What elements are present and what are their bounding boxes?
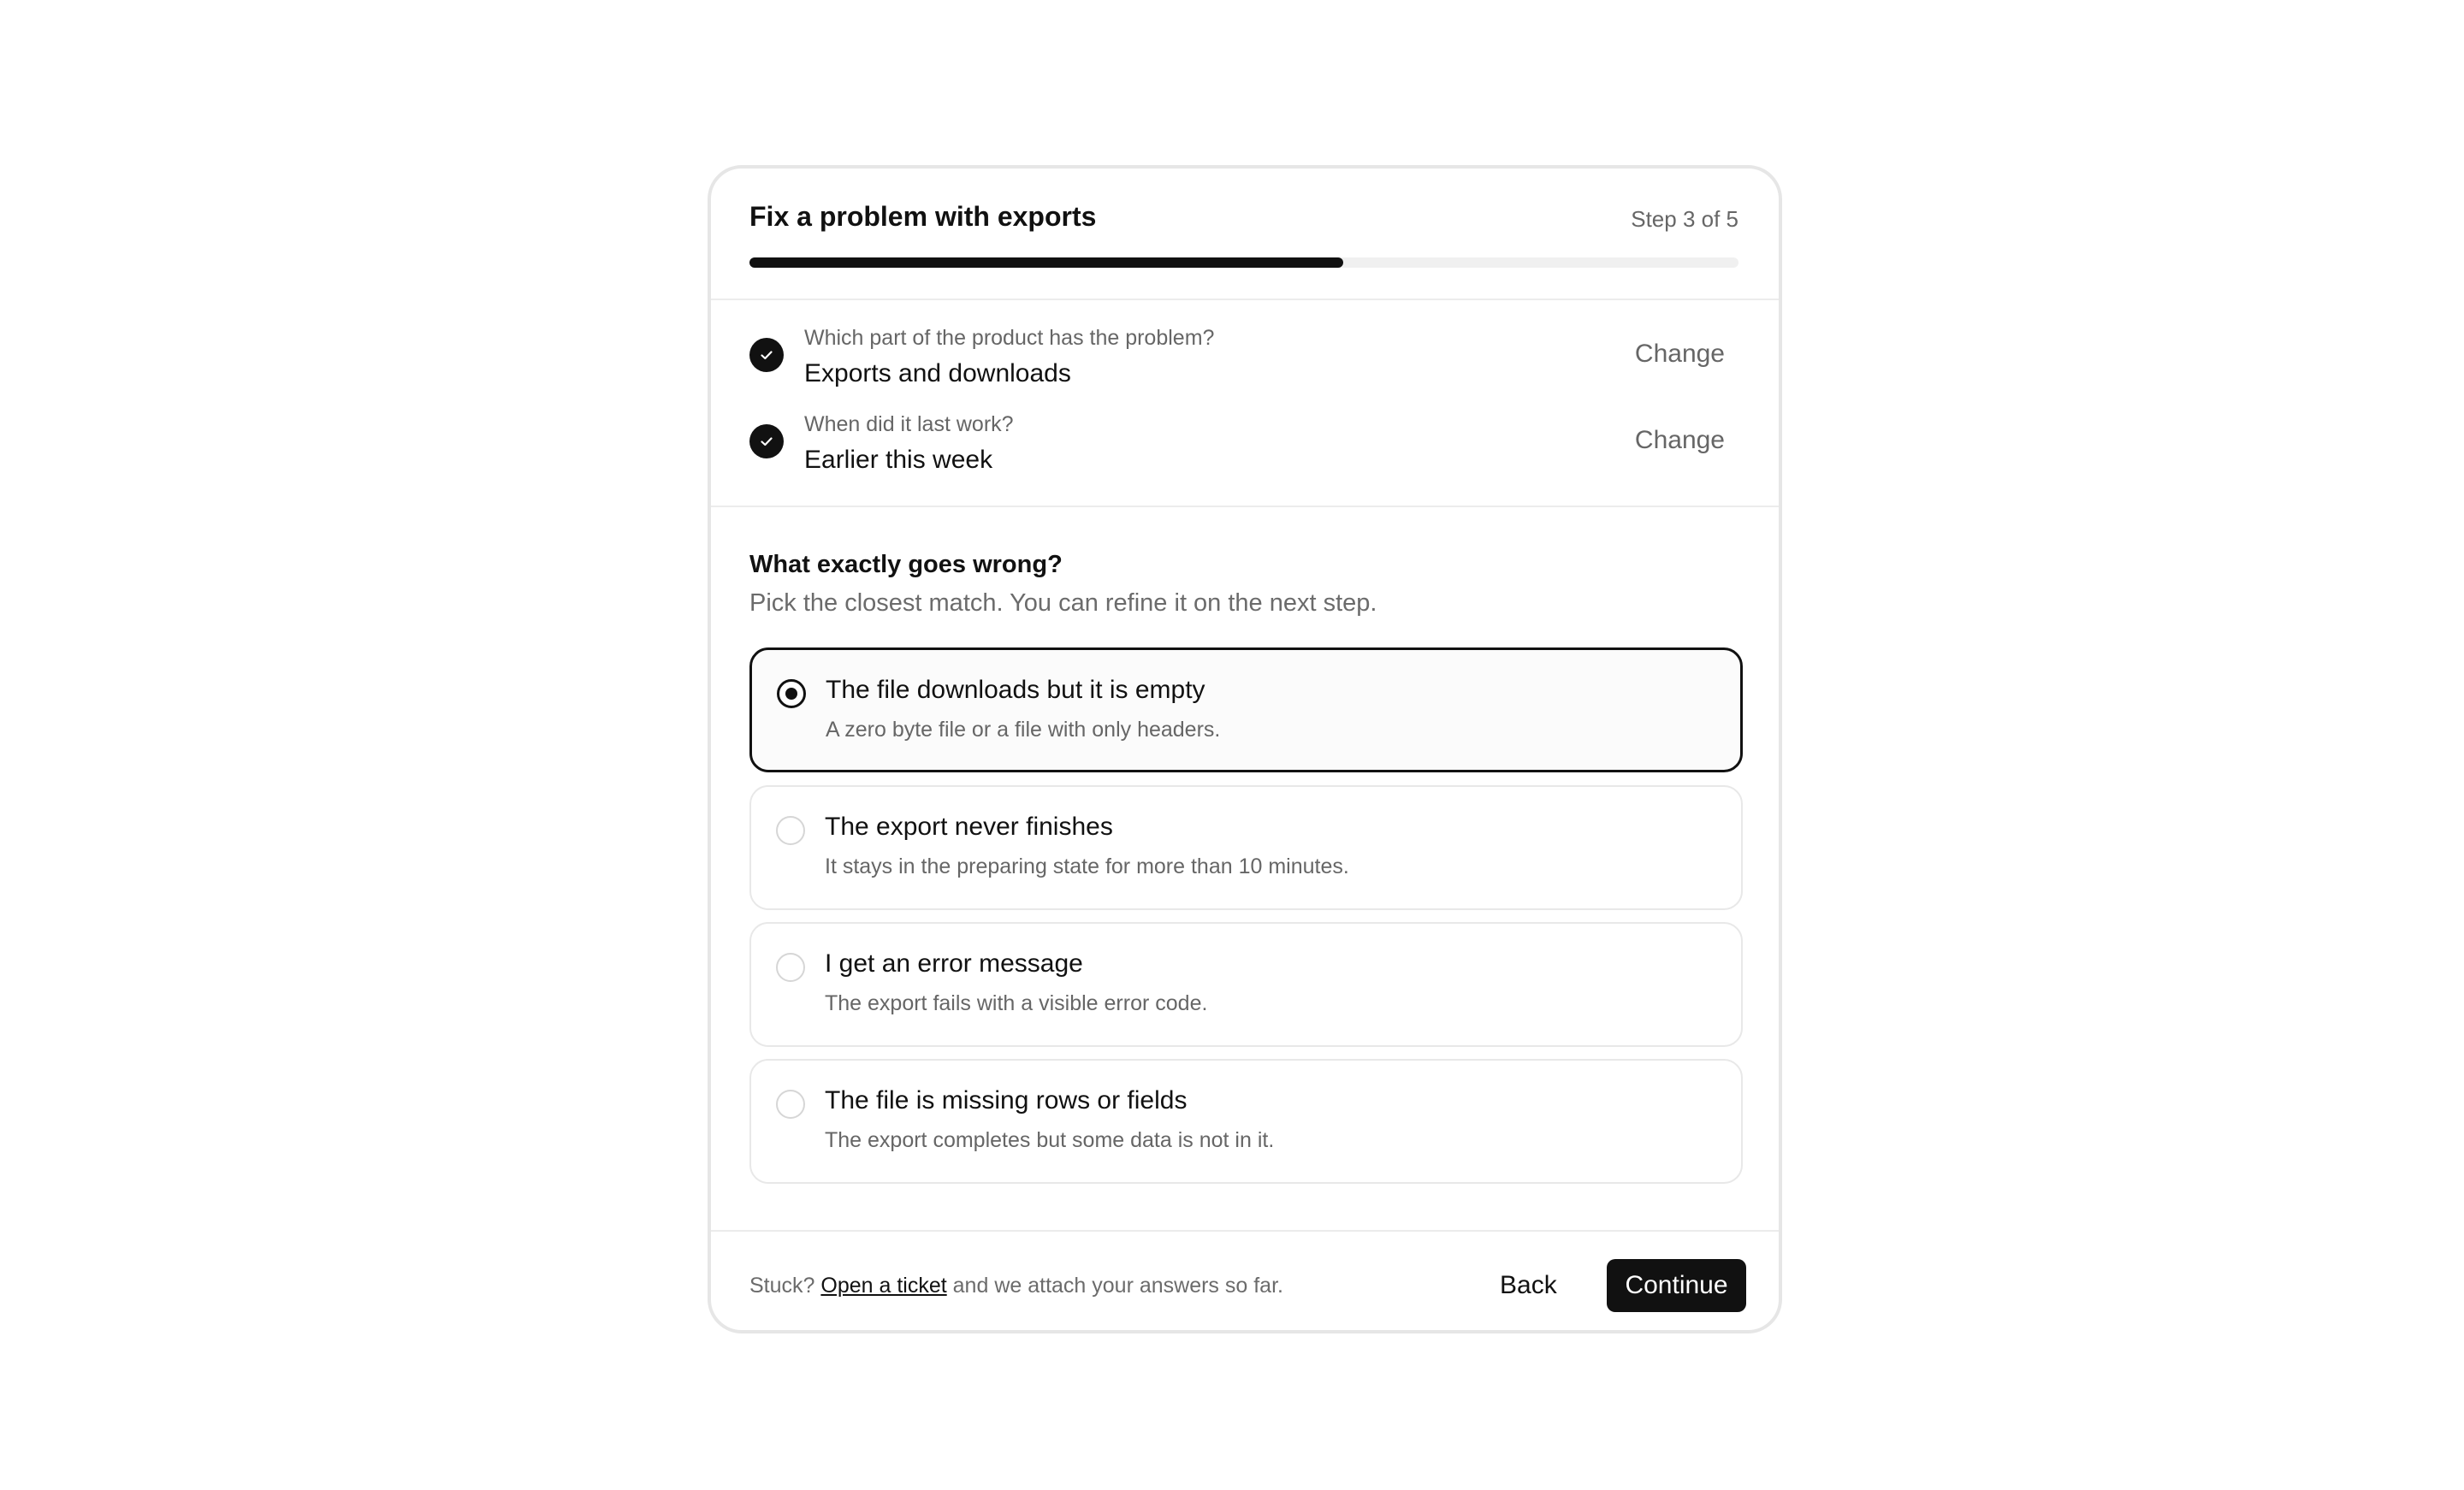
page-title: Fix a problem with exports [749, 201, 1097, 232]
answered-answer: Earlier this week [804, 446, 993, 474]
radio-selected-dot [785, 688, 797, 700]
option-card[interactable]: I get an error message The export fails … [749, 922, 1743, 1047]
option-card[interactable]: The file is missing rows or fields The e… [749, 1059, 1743, 1184]
option-title: The file downloads but it is empty [826, 676, 1205, 704]
option-description: A zero byte file or a file with only hea… [826, 718, 1221, 742]
help-text: Stuck? Open a ticket and we attach your … [749, 1274, 1283, 1298]
change-button[interactable]: Change [1635, 340, 1725, 369]
radio-button[interactable] [777, 679, 806, 708]
option-card[interactable]: The file downloads but it is empty A zer… [749, 647, 1743, 772]
option-title: I get an error message [825, 949, 1083, 978]
progress-bar [749, 257, 1738, 268]
radio-button[interactable] [776, 953, 805, 982]
change-button[interactable]: Change [1635, 426, 1725, 455]
back-button[interactable]: Back [1490, 1259, 1567, 1312]
option-description: The export fails with a visible error co… [825, 991, 1208, 1015]
option-description: The export completes but some data is no… [825, 1128, 1275, 1152]
option-title: The export never finishes [825, 813, 1113, 841]
progress-bar-fill [749, 257, 1343, 268]
answered-question: When did it last work? [804, 412, 1014, 436]
continue-button[interactable]: Continue [1607, 1259, 1746, 1312]
step-indicator: Step 3 of 5 [1631, 206, 1738, 232]
answered-steps: Which part of the product has the proble… [711, 299, 1779, 507]
wizard-footer: Stuck? Open a ticket and we attach your … [711, 1230, 1779, 1330]
option-card[interactable]: The export never finishes It stays in th… [749, 785, 1743, 910]
check-icon [749, 424, 784, 458]
open-ticket-link[interactable]: Open a ticket [820, 1274, 946, 1298]
wizard-card: Fix a problem with exports Step 3 of 5 W… [708, 165, 1782, 1333]
help-suffix: and we attach your answers so far. [952, 1274, 1283, 1298]
question-hint: Pick the closest match. You can refine i… [749, 589, 1377, 617]
radio-button[interactable] [776, 816, 805, 845]
check-icon [749, 338, 784, 372]
answered-step: When did it last work? Earlier this week… [749, 409, 1738, 486]
question-heading: What exactly goes wrong? [749, 551, 1063, 578]
help-prefix: Stuck? [749, 1274, 815, 1298]
answered-question: Which part of the product has the proble… [804, 326, 1215, 350]
option-description: It stays in the preparing state for more… [825, 854, 1349, 878]
wizard-header: Fix a problem with exports Step 3 of 5 [711, 169, 1779, 300]
radio-button[interactable] [776, 1090, 805, 1119]
answered-answer: Exports and downloads [804, 359, 1071, 387]
option-title: The file is missing rows or fields [825, 1086, 1188, 1115]
answered-step: Which part of the product has the proble… [749, 322, 1738, 399]
